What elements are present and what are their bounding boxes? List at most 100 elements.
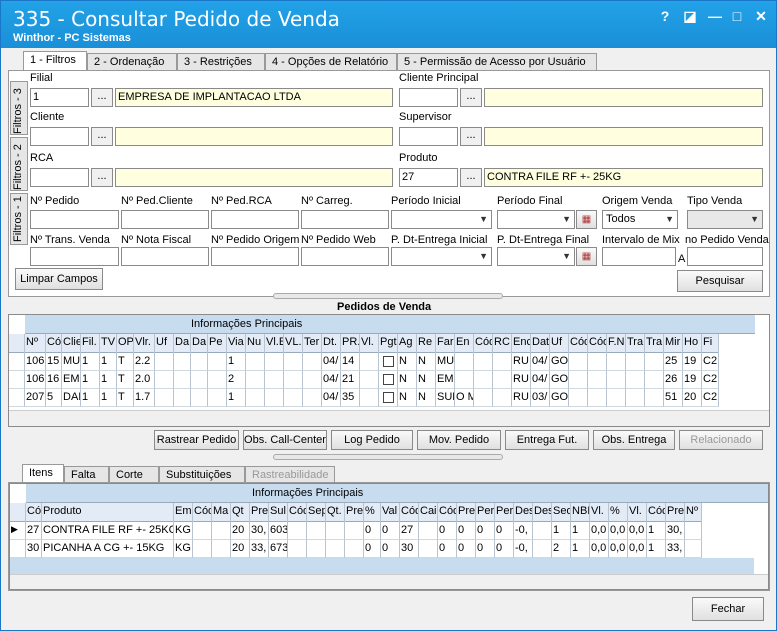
column-header[interactable]: NBI — [571, 503, 590, 522]
column-header[interactable]: Cód — [474, 334, 493, 353]
column-header[interactable]: Pgt — [379, 334, 398, 353]
column-header[interactable]: Cód — [647, 503, 666, 522]
cliente-input[interactable] — [30, 127, 89, 146]
column-header[interactable]: Cód — [569, 334, 588, 353]
column-header[interactable]: Dt. — [322, 334, 341, 353]
produto-code-input[interactable]: 27 — [399, 168, 458, 187]
column-header[interactable]: % — [609, 503, 628, 522]
relacionado-button[interactable]: Relacionado — [679, 430, 763, 450]
column-header[interactable]: Nu — [246, 334, 265, 353]
column-header[interactable]: Fil. — [81, 334, 100, 353]
help-button[interactable]: ? — [656, 7, 674, 25]
periodo-inicial-select[interactable]: ▼ — [391, 210, 492, 229]
column-header[interactable]: Clie — [62, 334, 81, 353]
pesquisar-button[interactable]: Pesquisar — [677, 270, 763, 292]
column-header[interactable]: Seq — [552, 503, 571, 522]
splitter-handle[interactable] — [273, 454, 503, 460]
column-header[interactable]: Tra — [626, 334, 645, 353]
dt-entrega-final-select[interactable]: ▼ — [497, 247, 575, 266]
pedidos-hscrollbar[interactable] — [9, 410, 769, 426]
tab-opcoes-relatorio[interactable]: 4 - Opções de Relatório — [265, 53, 397, 71]
column-header[interactable]: Cód — [288, 503, 307, 522]
mix-final-input[interactable] — [687, 247, 763, 266]
tipo-venda-select[interactable]: ▼ — [687, 210, 763, 229]
splitter-handle[interactable] — [273, 293, 503, 299]
obs-entrega-button[interactable]: Obs. Entrega — [593, 430, 675, 450]
fechar-button[interactable]: Fechar — [692, 597, 764, 621]
column-header[interactable]: Val — [381, 503, 400, 522]
calendar-icon[interactable]: ▦ — [576, 247, 597, 266]
column-header[interactable]: Nº — [25, 334, 46, 353]
nr-trans-venda-input[interactable] — [30, 247, 119, 266]
column-header[interactable]: Ho — [683, 334, 702, 353]
table-row[interactable]: ▶ 27 CONTRA FILE RF +- 25KG KG 20 30, 603 0 0 27 0… — [10, 522, 702, 540]
column-header[interactable]: En — [455, 334, 474, 353]
obs-call-center-button[interactable]: Obs. Call-Center — [243, 430, 327, 450]
column-header[interactable]: Da — [174, 334, 191, 353]
checkbox[interactable] — [382, 373, 394, 385]
column-header[interactable]: Pre — [345, 503, 364, 522]
tab-permissao[interactable]: 5 - Permissão de Acesso por Usuário — [397, 53, 597, 71]
rca-input[interactable] — [30, 168, 89, 187]
limpar-campos-button[interactable]: Limpar Campos — [15, 268, 103, 290]
column-header[interactable]: TV — [100, 334, 117, 353]
column-header[interactable]: Via — [227, 334, 246, 353]
column-header[interactable]: PR. — [341, 334, 360, 353]
cliente-lookup-button[interactable]: ... — [91, 127, 113, 146]
rca-lookup-button[interactable]: ... — [91, 168, 113, 187]
filial-lookup-button[interactable]: ... — [91, 88, 113, 107]
column-header[interactable]: Qt — [231, 503, 250, 522]
column-header[interactable]: Qt. — [326, 503, 345, 522]
nr-pedido-origem-input[interactable] — [211, 247, 299, 266]
cliente-principal-input[interactable] — [399, 88, 458, 107]
periodo-final-select[interactable]: ▼ — [497, 210, 575, 229]
table-row[interactable]: 106 15 MU 1 1 T 2.2 1 04/14 N N MU RU 04/GO 25 19 C2 — [9, 353, 719, 371]
origem-venda-select[interactable]: Todos ▼ — [602, 210, 678, 229]
column-header[interactable]: Cód — [588, 334, 607, 353]
column-header[interactable]: Per — [495, 503, 514, 522]
vtab-filtros-3[interactable]: Filtros - 3 — [10, 81, 28, 135]
nr-carreg-input[interactable] — [301, 210, 389, 229]
column-header[interactable]: Pre — [457, 503, 476, 522]
column-header[interactable]: Far — [436, 334, 455, 353]
column-header[interactable]: OP — [117, 334, 134, 353]
column-header[interactable]: Produto — [42, 503, 174, 522]
column-header[interactable]: Cód — [26, 503, 42, 522]
column-header[interactable]: Cód — [193, 503, 212, 522]
column-header[interactable]: Nº — [685, 503, 702, 522]
column-header[interactable]: Cai — [419, 503, 438, 522]
column-header[interactable]: Vl. — [360, 334, 379, 353]
filial-code-input[interactable]: 1 — [30, 88, 89, 107]
column-header[interactable]: Uf — [155, 334, 174, 353]
vtab-filtros-2[interactable]: Filtros - 2 — [10, 137, 28, 191]
supervisor-input[interactable] — [399, 127, 458, 146]
column-header[interactable]: Vl. — [628, 503, 647, 522]
column-header[interactable]: VL. — [284, 334, 303, 353]
table-row[interactable]: 106 16 EMI 1 1 T 2.0 2 04/21 N N EMI RU 04/GO 26 19 C2 — [9, 371, 719, 389]
log-pedido-button[interactable]: Log Pedido — [331, 430, 413, 450]
nr-ped-cliente-input[interactable] — [121, 210, 209, 229]
column-header[interactable]: Vl.E — [265, 334, 284, 353]
column-header[interactable]: Uf — [550, 334, 569, 353]
column-header[interactable]: Tra — [645, 334, 664, 353]
maximize-button[interactable]: □ — [728, 7, 746, 25]
column-header[interactable]: Cód — [400, 503, 419, 522]
mix-inicial-input[interactable] — [602, 247, 676, 266]
column-header[interactable]: Pe — [208, 334, 227, 353]
rastrear-pedido-button[interactable]: Rastrear Pedido — [154, 430, 239, 450]
subtab-itens[interactable]: Itens — [22, 464, 64, 483]
close-button[interactable]: ✕ — [752, 7, 770, 25]
table-row[interactable]: 30 PICANHA A CG +- 15KG KG 20 33, 673 0 0 30 0 0 0 0… — [10, 540, 702, 558]
column-header[interactable]: Sul — [269, 503, 288, 522]
column-header[interactable]: Pre — [666, 503, 685, 522]
column-header[interactable]: Ma — [212, 503, 231, 522]
nr-pedido-input[interactable] — [30, 210, 119, 229]
column-header[interactable]: Ag — [398, 334, 417, 353]
checkbox[interactable] — [382, 355, 394, 367]
nr-pedido-web-input[interactable] — [301, 247, 389, 266]
tab-filtros[interactable]: 1 - Filtros — [23, 51, 87, 71]
column-header[interactable]: Des — [533, 503, 552, 522]
nr-nota-fiscal-input[interactable] — [121, 247, 209, 266]
column-header[interactable]: Mir — [664, 334, 683, 353]
column-header[interactable]: F.N — [607, 334, 626, 353]
